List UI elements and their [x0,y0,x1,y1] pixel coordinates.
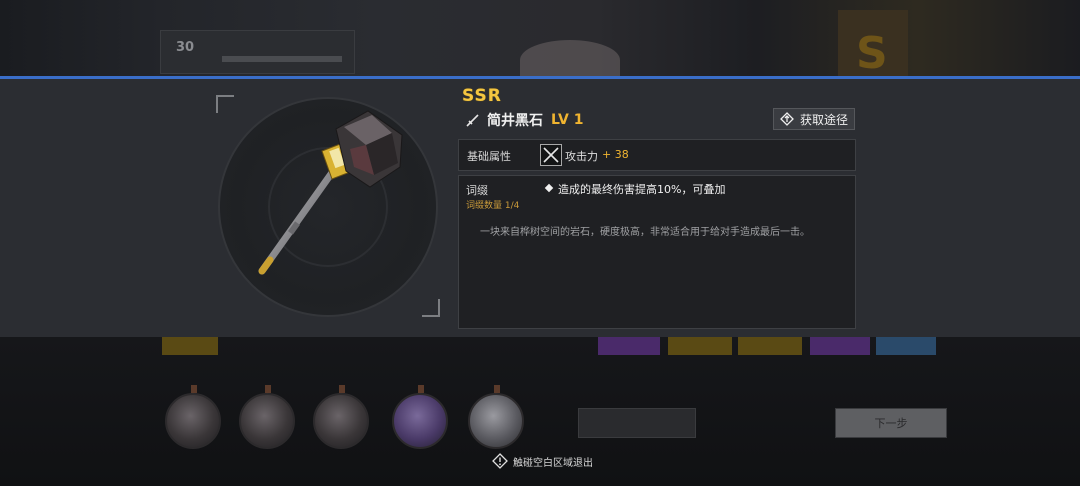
hammer-weapon-icon [258,110,403,275]
affix-count: 词缀数量 1/4 [466,201,520,211]
background-avatar [468,385,524,449]
background-avatar [239,385,295,449]
background-tag-purple [598,337,660,355]
base-attribute-box: 基础属性 攻击力 + 38 [458,139,856,171]
background-avatar [165,385,221,449]
background-tag-yellow [162,337,218,355]
affix-bullet-icon [544,183,554,193]
background-avatar [392,385,448,449]
route-diamond-icon [780,112,794,126]
affix-box: 词缀 词缀数量 1/4 造成的最终伤害提高10%，可叠加 一块来自桦树空间的岩石… [458,175,856,329]
affix-effect-text: 造成的最终伤害提高10%，可叠加 [558,183,726,196]
background-top-bar: 30 S [0,0,1080,80]
sword-icon [466,114,479,127]
background-tag-gold [738,337,802,355]
background-task-number: 30 [176,40,195,55]
background-next-button: 下一步 [835,408,947,438]
exit-hint[interactable]: 触碰空白区域退出 [492,452,593,470]
background-tag-gold [668,337,732,355]
attack-stat-name: 攻击力 [565,150,598,163]
base-attribute-label: 基础属性 [467,150,511,163]
background-next-label: 下一步 [874,417,908,430]
acquire-source-label: 获取途径 [800,112,849,127]
background-avatar [313,385,369,449]
exit-hint-label: 触碰空白区域退出 [513,457,593,469]
acquire-source-button[interactable]: 获取途径 [773,108,855,130]
item-name: 简井黑石 [487,113,543,129]
background-filter-button [578,408,696,438]
attack-stat-value: + 38 [602,148,629,161]
background-character-silhouette [520,40,620,80]
frame-corner-top-left [216,95,234,113]
item-title-row: 简井黑石 LV 1 [465,110,583,130]
background-task-progress [222,56,342,62]
attack-crossed-swords-icon [540,144,562,166]
warning-diamond-icon [492,453,508,469]
frame-corner-bottom-right [422,299,440,317]
background-tag-blue [876,337,936,355]
item-description: 一块来自桦树空间的岩石，硬度极高，非常适合用于给对手造成最后一击。 [480,227,810,238]
background-rank-letter: S [856,28,888,79]
item-level: LV 1 [551,112,584,128]
background-tag-purple [810,337,870,355]
rarity-badge: SSR [462,86,502,106]
affix-label: 词缀 [466,184,488,197]
